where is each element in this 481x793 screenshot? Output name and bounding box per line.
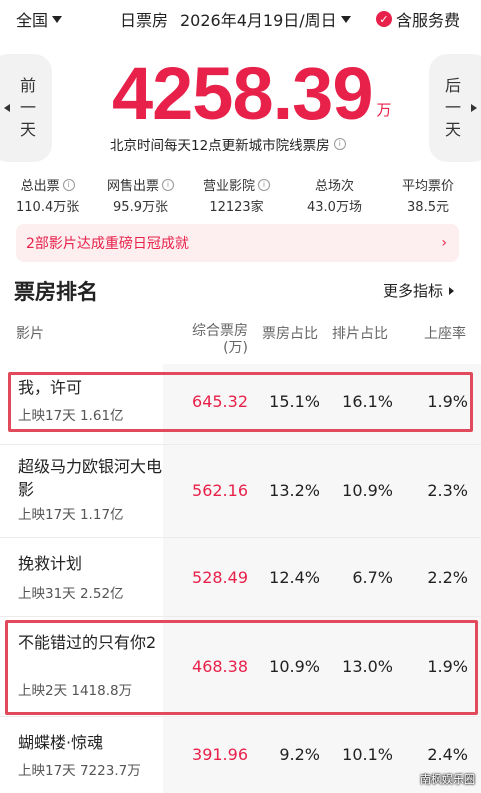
film-name: 挽救计划 bbox=[18, 554, 83, 573]
service-fee-label: 含服务费 bbox=[396, 11, 461, 30]
prev-day-char: 一 bbox=[19, 98, 36, 117]
service-fee-toggle[interactable]: ✓ 含服务费 bbox=[376, 7, 460, 31]
occupancy-value: 2.3% bbox=[427, 481, 468, 500]
stat-total-tickets: 总出票 i 110.4万张 bbox=[16, 175, 79, 215]
next-day-char: 一 bbox=[444, 98, 461, 117]
header-occupancy[interactable]: 上座率 bbox=[424, 323, 466, 343]
table-header: 影片 综合票房 (万) 票房占比 排片占比 上座率 bbox=[0, 320, 481, 364]
bo-share-value: 15.1% bbox=[269, 392, 320, 411]
header-box-office[interactable]: 综合票房 (万) bbox=[186, 323, 248, 357]
bo-share-value: 10.9% bbox=[269, 657, 320, 676]
header-box-office-line1: 综合票房 bbox=[192, 323, 248, 339]
stat-label: 营业影院 bbox=[203, 179, 256, 194]
film-meta: 上映17天 7223.7万 bbox=[18, 763, 141, 779]
caret-right-icon bbox=[449, 286, 455, 295]
header-screen-share[interactable]: 排片占比 bbox=[332, 323, 388, 343]
film-meta: 上映17天 1.61亿 bbox=[18, 408, 124, 424]
info-icon[interactable]: i bbox=[162, 178, 175, 191]
info-icon[interactable]: i bbox=[333, 138, 346, 150]
header-bo-share[interactable]: 票房占比 bbox=[262, 323, 318, 343]
table-row[interactable]: 不能错过的只有你2 上映2天 1418.8万 468.38 10.9% 13.0… bbox=[0, 617, 481, 715]
occupancy-value: 2.4% bbox=[427, 745, 468, 764]
stat-avg-price: 平均票价 38.5元 bbox=[402, 175, 454, 215]
more-metrics-button[interactable]: 更多指标 bbox=[383, 280, 455, 301]
arrow-right-icon bbox=[471, 104, 477, 112]
update-note-text: 北京时间每天12点更新城市院线票房 bbox=[110, 138, 330, 154]
screen-share-value: 13.0% bbox=[342, 657, 393, 676]
occupancy-value: 2.2% bbox=[427, 568, 468, 587]
stat-value: 38.5元 bbox=[407, 200, 449, 215]
prev-day-char: 前 bbox=[19, 76, 36, 95]
stat-label: 网售出票 bbox=[107, 179, 160, 194]
city-label: 全国 bbox=[16, 11, 49, 30]
stat-online-tickets: 网售出票 i 95.9万张 bbox=[107, 175, 175, 215]
stat-label: 总场次 bbox=[314, 179, 354, 194]
film-name: 我，许可 bbox=[18, 378, 83, 397]
city-selector[interactable]: 全国 bbox=[16, 7, 63, 31]
more-metrics-label: 更多指标 bbox=[383, 282, 444, 300]
prev-day-button[interactable]: 前 一 天 bbox=[0, 54, 52, 162]
screen-share-value: 6.7% bbox=[352, 568, 393, 587]
check-icon: ✓ bbox=[376, 11, 392, 27]
film-name: 超级马力欧银河大电影 bbox=[18, 457, 163, 499]
total-box-office-unit: 万 bbox=[376, 101, 392, 119]
next-day-char: 后 bbox=[444, 76, 461, 95]
occupancy-value: 1.9% bbox=[427, 657, 468, 676]
header-film: 影片 bbox=[16, 326, 44, 342]
table-row[interactable]: 蝴蝶楼·惊魂 上映17天 7223.7万 391.96 9.2% 10.1% 2… bbox=[0, 717, 481, 793]
table-row[interactable]: 挽救计划 上映31天 2.52亿 528.49 12.4% 6.7% 2.2% bbox=[0, 538, 481, 616]
chevron-down-icon bbox=[52, 15, 63, 23]
box-office-value: 468.38 bbox=[192, 657, 248, 676]
stat-label: 总出票 bbox=[20, 179, 60, 194]
info-icon[interactable]: i bbox=[62, 178, 75, 191]
header-box-office-line2: (万) bbox=[223, 340, 248, 356]
next-day-char: 天 bbox=[444, 120, 461, 139]
stat-value: 43.0万场 bbox=[307, 200, 362, 215]
total-box-office-value: 4258.39 bbox=[112, 52, 373, 135]
stat-value: 12123家 bbox=[209, 200, 264, 215]
stat-value: 95.9万张 bbox=[113, 200, 168, 215]
bo-share-value: 9.2% bbox=[279, 745, 320, 764]
film-meta: 上映17天 1.17亿 bbox=[18, 507, 124, 523]
day-type-label[interactable]: 日票房 bbox=[120, 7, 168, 31]
bo-share-value: 12.4% bbox=[269, 568, 320, 587]
chevron-right-icon: › bbox=[441, 235, 447, 251]
box-office-value: 645.32 bbox=[192, 392, 248, 411]
film-meta: 上映31天 2.52亿 bbox=[18, 586, 124, 602]
box-office-value: 562.16 bbox=[192, 481, 248, 500]
date-selector[interactable]: 2026年4月19日/周日 bbox=[180, 7, 351, 31]
stats-row: 总出票 i 110.4万张 网售出票 i 95.9万张 营业影院 i 12123家 总… bbox=[0, 175, 481, 215]
total-box-office: 4258.39 万 bbox=[112, 54, 392, 134]
screen-share-value: 10.1% bbox=[342, 745, 393, 764]
stat-label: 平均票价 bbox=[402, 179, 455, 194]
screen-share-value: 10.9% bbox=[342, 481, 393, 500]
film-name: 不能错过的只有你2 bbox=[18, 633, 157, 652]
update-note: 北京时间每天12点更新城市院线票房 i bbox=[110, 134, 346, 154]
stat-value: 110.4万张 bbox=[16, 200, 80, 215]
table-row[interactable]: 我，许可 上映17天 1.61亿 645.32 15.1% 16.1% 1.9% bbox=[0, 364, 481, 444]
date-label: 2026年4月19日/周日 bbox=[180, 11, 337, 30]
chevron-down-icon bbox=[340, 15, 351, 23]
prev-day-char: 天 bbox=[19, 120, 36, 139]
box-office-value: 391.96 bbox=[192, 745, 248, 764]
watermark: 南枫娱乐圈 bbox=[420, 773, 475, 786]
top-bar: 全国 日票房 2026年4月19日/周日 ✓ 含服务费 bbox=[0, 0, 481, 36]
film-name: 蝴蝶楼·惊魂 bbox=[18, 733, 104, 752]
next-day-button[interactable]: 后 一 天 bbox=[429, 54, 481, 162]
box-office-value: 528.49 bbox=[192, 568, 248, 587]
banner-text: 2部影片达成重磅日冠成就 bbox=[26, 236, 189, 252]
film-meta: 上映2天 1418.8万 bbox=[18, 683, 133, 699]
occupancy-value: 1.9% bbox=[427, 392, 468, 411]
info-icon[interactable]: i bbox=[258, 178, 271, 191]
arrow-left-icon bbox=[4, 104, 10, 112]
stat-screenings: 总场次 43.0万场 bbox=[307, 175, 362, 215]
bo-share-value: 13.2% bbox=[269, 481, 320, 500]
achievement-banner[interactable]: 2部影片达成重磅日冠成就 › bbox=[16, 224, 459, 262]
section-title: 票房排名 bbox=[14, 280, 98, 304]
stat-cinemas: 营业影院 i 12123家 bbox=[203, 175, 271, 215]
table-row[interactable]: 超级马力欧银河大电影 上映17天 1.17亿 562.16 13.2% 10.9… bbox=[0, 445, 481, 537]
screen-share-value: 16.1% bbox=[342, 392, 393, 411]
